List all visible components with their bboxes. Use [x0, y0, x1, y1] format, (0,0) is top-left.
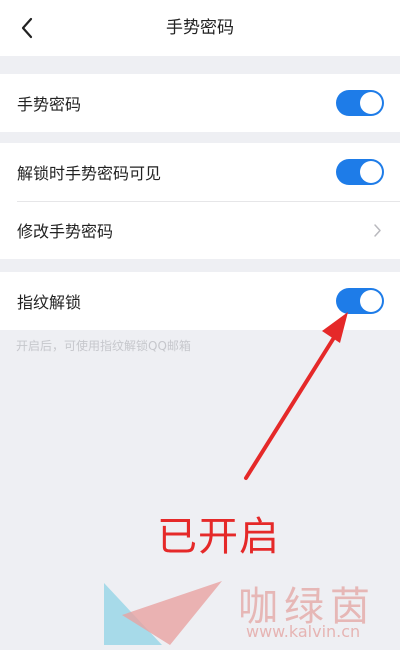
watermark-logo-icon — [104, 581, 222, 645]
watermark-url: www.kalvin.cn — [246, 622, 361, 641]
gesture-password-toggle[interactable] — [336, 90, 384, 116]
row-gesture-password: 手势密码 — [0, 74, 400, 132]
page-title: 手势密码 — [166, 18, 234, 38]
fingerprint-hint: 开启后，可使用指纹解锁QQ邮箱 — [16, 339, 191, 353]
chevron-right-icon — [374, 223, 381, 237]
row-label: 指纹解锁 — [17, 293, 82, 312]
settings-group-gesture-options: 解锁时手势密码可见 修改手势密码 — [0, 143, 400, 259]
row-label: 修改手势密码 — [17, 222, 114, 241]
nav-bar: 手势密码 — [0, 0, 400, 56]
settings-group-gesture: 手势密码 — [0, 74, 400, 132]
toggle-knob — [360, 92, 382, 114]
row-label: 手势密码 — [17, 95, 82, 114]
settings-group-fingerprint: 指纹解锁 — [0, 272, 400, 330]
annotation-label: 已开启 — [157, 514, 280, 560]
back-button[interactable] — [12, 13, 42, 43]
row-gesture-visible: 解锁时手势密码可见 — [0, 143, 400, 201]
row-label: 解锁时手势密码可见 — [17, 164, 162, 183]
toggle-knob — [360, 161, 382, 183]
chevron-left-icon — [21, 17, 33, 39]
gesture-visible-toggle[interactable] — [336, 159, 384, 185]
row-modify-gesture[interactable]: 修改手势密码 — [0, 201, 400, 259]
row-fingerprint-unlock: 指纹解锁 — [0, 272, 400, 330]
toggle-knob — [360, 290, 382, 312]
fingerprint-unlock-toggle[interactable] — [336, 288, 384, 314]
